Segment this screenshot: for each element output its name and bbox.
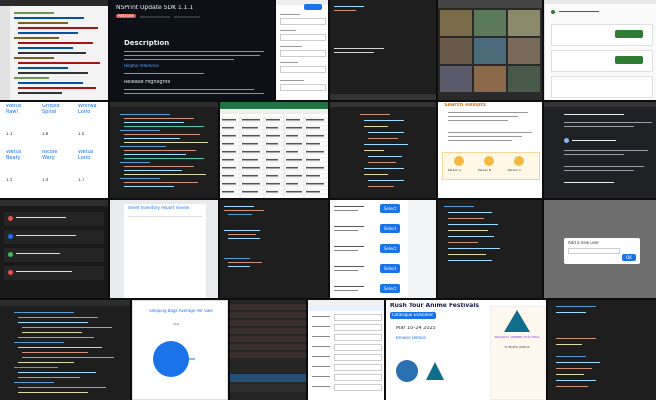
tile-editor-dark-3 — [438, 200, 542, 298]
person-name: Person A — [448, 169, 462, 172]
tile-code-dark — [110, 102, 218, 198]
card-name: Wetus Beaty — [6, 150, 22, 161]
chart-title: Sleeping Bags Average Per Sale — [149, 309, 213, 313]
tile-stat-cards: Wetus Rawl 1.1 Gritted Spiral 1.8 Whitwa… — [0, 102, 108, 198]
tile-code-dark-5 — [548, 300, 656, 400]
tile-file-tree-dark — [330, 102, 436, 198]
card-value: 1.7 — [78, 178, 85, 182]
card-name: Gritted Spiral — [42, 104, 60, 115]
tile-dialog: Add a new user OK — [544, 200, 656, 298]
festival-subtitle: Catalogue Exhibition — [392, 313, 434, 317]
avatar — [514, 156, 524, 166]
card-value: 1.8 — [42, 132, 49, 136]
tile-github-release: NSPrint Update SDK 1.1.1 Release Descrip… — [110, 0, 274, 100]
pie-chart — [153, 341, 195, 377]
tile-select-list: Select Select Select Select Select — [330, 200, 436, 298]
card-value: 1.1 — [6, 132, 13, 136]
release-link[interactable]: Helpful reference — [124, 64, 159, 68]
select-button[interactable]: Select — [380, 224, 400, 233]
dialog-ok-button[interactable]: OK — [622, 254, 636, 261]
person-name: Person B — [478, 169, 492, 172]
festival-more-link[interactable]: Browse Details — [396, 336, 426, 340]
tile-spreadsheet — [220, 102, 328, 198]
chart-subtitle: Sale — [173, 323, 180, 326]
card-name: Wetus Rawl — [6, 104, 22, 115]
tile-notifications-dark — [0, 200, 108, 298]
card-name: Whitwa Lorio — [78, 104, 97, 115]
release-heading: Description — [124, 40, 170, 47]
tile-code-dark-4 — [0, 300, 130, 400]
tile-code-editor-light — [0, 0, 108, 100]
select-button[interactable]: Select — [380, 284, 400, 293]
select-button[interactable]: Select — [380, 264, 400, 273]
release-badge: Release — [116, 14, 136, 19]
tile-app-light — [544, 0, 656, 100]
select-button[interactable]: Select — [380, 244, 400, 253]
release-title: NSPrint Update SDK 1.1.1 — [116, 5, 194, 11]
tile-pie-chart: Sleeping Bags Average Per Sale Sale — [132, 300, 228, 400]
tile-search-results: Search Results Person A Person B Person … — [438, 102, 542, 198]
tile-properties-panel — [308, 300, 384, 400]
tile-anime-festival: Rush Tour Anime Festivals Catalogue Exhi… — [386, 300, 546, 400]
spreadsheet-grid — [220, 114, 328, 198]
tile-code-dark-2 — [220, 200, 328, 298]
poster-title: BIGGEST ANIME FESTIVAL — [494, 336, 540, 339]
tile-report-view: Sheet Inventory Report review — [110, 200, 218, 298]
poster-subtitle: SUMMER LINEUP — [504, 346, 530, 349]
card-name: Nicole Wary — [42, 150, 58, 161]
tile-terminal — [330, 0, 436, 100]
festival-date: Mar 10-24 2025 — [396, 326, 436, 331]
dialog-title: Add a new user — [568, 241, 600, 245]
tile-settings-form — [276, 0, 328, 100]
results-title: Search Results — [444, 103, 486, 108]
festival-title: Rush Tour Anime Festivals — [390, 303, 479, 309]
tile-sidebar-dark — [230, 300, 306, 400]
card-value: 1.5 — [6, 178, 13, 182]
report-title: Sheet Inventory Report review — [128, 206, 189, 210]
tile-photo-gallery — [438, 0, 542, 100]
tile-chat-dark — [544, 102, 656, 198]
release-subheading: Release Highlights — [124, 80, 171, 85]
avatar — [454, 156, 464, 166]
person-name: Person C — [508, 169, 522, 172]
card-value: 1.6 — [78, 132, 85, 136]
card-name: Wetus Lorio — [78, 150, 94, 161]
select-button[interactable]: Select — [380, 204, 400, 213]
avatar — [484, 156, 494, 166]
card-value: 1.4 — [42, 178, 49, 182]
